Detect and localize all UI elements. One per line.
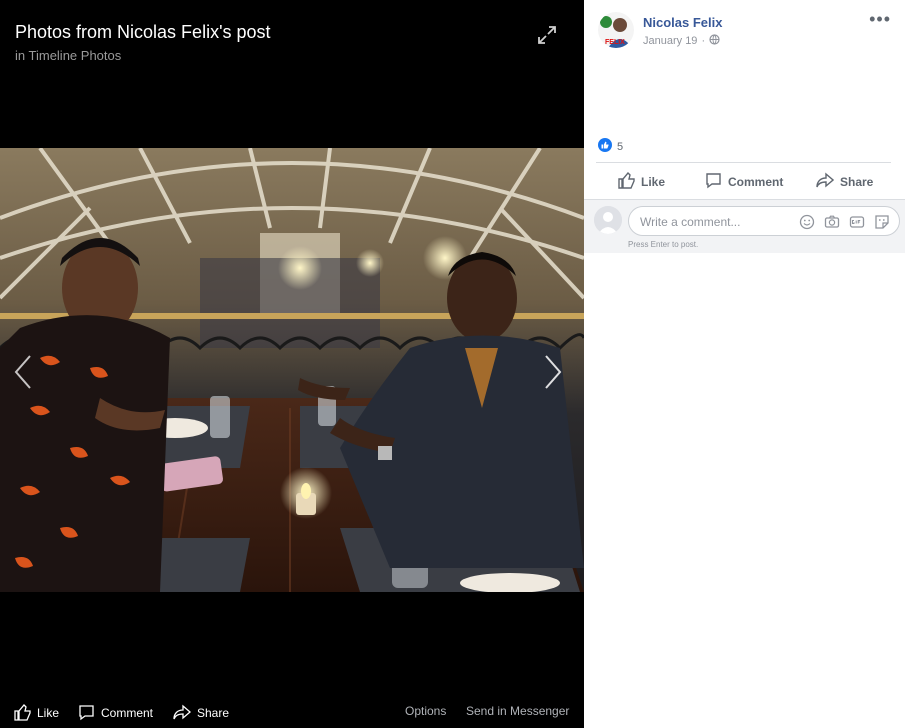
viewer-comment-label: Comment bbox=[101, 705, 154, 720]
next-photo-icon[interactable] bbox=[540, 352, 566, 392]
share-icon bbox=[816, 172, 835, 192]
viewer-share-button[interactable]: Share bbox=[173, 704, 229, 721]
share-icon bbox=[173, 704, 191, 721]
post-date[interactable]: January 19 bbox=[643, 35, 697, 47]
divider bbox=[596, 162, 891, 163]
comment-icon bbox=[78, 704, 95, 721]
camera-icon[interactable] bbox=[823, 213, 841, 231]
globe-icon[interactable] bbox=[709, 34, 720, 48]
author-avatar[interactable]: FELIX bbox=[598, 12, 634, 48]
post-photo[interactable] bbox=[0, 148, 584, 592]
viewer-like-label: Like bbox=[37, 705, 60, 720]
meta-separator: · bbox=[701, 35, 706, 47]
like-label: Like bbox=[641, 175, 666, 189]
thumbs-up-icon bbox=[618, 171, 635, 192]
options-link[interactable]: Options bbox=[405, 704, 446, 718]
viewer-actions-bar: Like Comment Share Options Send in Messe… bbox=[0, 700, 584, 728]
post-meta: January 19 · bbox=[643, 34, 720, 48]
comment-label: Comment bbox=[728, 175, 784, 189]
sticker-icon[interactable] bbox=[873, 213, 891, 231]
like-reaction-icon bbox=[598, 138, 612, 155]
comment-placeholder: Write a comment... bbox=[640, 215, 741, 229]
comment-hint: Press Enter to post. bbox=[628, 240, 699, 249]
comment-button[interactable]: Comment bbox=[705, 172, 783, 192]
comment-composer: Write a comment... Press Enter to post. bbox=[584, 199, 905, 253]
viewer-subtitle: in Timeline Photos bbox=[15, 48, 121, 63]
fullscreen-icon[interactable] bbox=[536, 24, 558, 46]
reaction-count: 5 bbox=[617, 140, 624, 153]
share-label: Share bbox=[840, 175, 874, 189]
send-in-messenger-link[interactable]: Send in Messenger bbox=[466, 704, 569, 718]
viewer-like-button[interactable]: Like bbox=[14, 704, 59, 721]
like-button[interactable]: Like bbox=[618, 171, 666, 192]
thumbs-up-icon bbox=[14, 704, 31, 721]
post-actions-bar: Like Comment Share bbox=[596, 166, 891, 196]
viewer-title: Photos from Nicolas Felix's post bbox=[15, 22, 271, 42]
author-name-link[interactable]: Nicolas Felix bbox=[643, 15, 722, 30]
avatar-text: FELIX bbox=[605, 39, 625, 46]
more-options-icon[interactable]: ••• bbox=[869, 10, 891, 28]
photo-viewer: Photos from Nicolas Felix's post in Time… bbox=[0, 0, 584, 728]
viewer-comment-button[interactable]: Comment bbox=[78, 704, 153, 721]
reactions-summary[interactable]: 5 bbox=[598, 138, 623, 155]
comment-icon bbox=[705, 172, 722, 192]
subtitle-prefix: in bbox=[15, 48, 26, 63]
timeline-photos-link[interactable]: Timeline Photos bbox=[29, 48, 122, 63]
comment-tools bbox=[798, 213, 891, 231]
previous-photo-icon[interactable] bbox=[10, 352, 36, 392]
gif-icon[interactable] bbox=[848, 213, 866, 231]
post-panel: FELIX Nicolas Felix January 19 · ••• 5 L… bbox=[584, 0, 905, 728]
share-button[interactable]: Share bbox=[816, 172, 873, 192]
emoji-icon[interactable] bbox=[798, 213, 816, 231]
comment-input[interactable]: Write a comment... bbox=[628, 206, 900, 236]
user-avatar bbox=[594, 206, 622, 234]
viewer-share-label: Share bbox=[197, 705, 230, 720]
